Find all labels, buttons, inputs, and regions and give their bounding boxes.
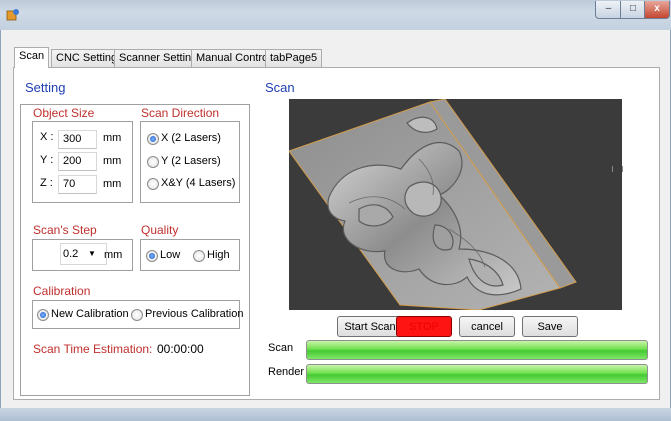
x-label: X : <box>40 131 54 143</box>
minimize-icon: – <box>605 3 612 14</box>
calibration-new-label[interactable]: New Calibration <box>51 308 129 320</box>
render-progress-bar <box>306 364 648 384</box>
close-icon: x <box>654 3 660 14</box>
scan-step-select[interactable]: 0.2 ▼ <box>60 243 107 265</box>
maximize-button[interactable]: □ <box>620 1 646 19</box>
chevron-down-icon: ▼ <box>88 249 96 258</box>
scan-direction-xy-label[interactable]: X&Y (4 Lasers) <box>161 177 235 189</box>
window-bottom-edge <box>0 408 671 421</box>
y-size-input[interactable]: 200 <box>58 152 97 171</box>
scan-title: Scan <box>265 80 295 95</box>
app-icon <box>6 9 19 21</box>
start-scan-button[interactable]: Start Scan <box>337 316 403 337</box>
close-button[interactable]: x <box>644 1 670 19</box>
scanned-relief-image <box>289 99 577 310</box>
quality-high-label[interactable]: High <box>207 249 230 261</box>
calibration-new-radio[interactable] <box>37 309 49 321</box>
render-progress-label: Render <box>268 366 305 378</box>
scan-preview-viewport[interactable] <box>289 99 622 310</box>
viewport-scroll-marker <box>612 166 623 172</box>
x-unit-label: mm <box>103 132 122 144</box>
scan-time-estimation-label: Scan Time Estimation: <box>33 342 153 356</box>
save-button[interactable]: Save <box>522 316 578 337</box>
scan-direction-x-radio[interactable] <box>147 133 159 145</box>
scan-direction-x-label[interactable]: X (2 Lasers) <box>161 132 221 144</box>
tab-scanner-setting[interactable]: Scanner Setting <box>114 49 203 67</box>
minimize-button[interactable]: – <box>595 1 622 19</box>
x-size-input[interactable]: 300 <box>58 130 97 149</box>
tab-manual-control[interactable]: Manual Control <box>191 49 276 67</box>
z-unit-label: mm <box>103 178 122 190</box>
scan-step-title: Scan's Step <box>33 223 97 237</box>
quality-low-label[interactable]: Low <box>160 249 180 261</box>
calibration-previous-label[interactable]: Previous Calibration <box>145 308 243 320</box>
cancel-button[interactable]: cancel <box>459 316 515 337</box>
calibration-title: Calibration <box>33 284 91 298</box>
z-size-input[interactable]: 70 <box>58 175 97 194</box>
scan-progress-bar <box>306 340 648 360</box>
y-unit-label: mm <box>103 155 122 167</box>
maximize-icon: □ <box>629 3 637 14</box>
z-label: Z : <box>40 177 53 189</box>
scan-direction-y-radio[interactable] <box>147 156 159 168</box>
title-bar[interactable]: – □ x <box>0 0 671 31</box>
tab-scan[interactable]: Scan <box>14 47 50 68</box>
scan-direction-y-label[interactable]: Y (2 Lasers) <box>161 155 221 167</box>
scan-direction-xy-radio[interactable] <box>147 178 159 190</box>
quality-low-radio[interactable] <box>146 250 158 262</box>
y-label: Y : <box>40 154 54 166</box>
calibration-previous-radio[interactable] <box>131 309 143 321</box>
scan-step-value: 0.2 <box>63 248 79 260</box>
scan-direction-title: Scan Direction <box>141 106 220 120</box>
quality-high-radio[interactable] <box>193 250 205 262</box>
setting-title: Setting <box>25 80 66 95</box>
scan-progress-label: Scan <box>268 342 294 354</box>
object-size-title: Object Size <box>33 106 95 120</box>
stop-button[interactable]: STOP <box>396 316 452 337</box>
tab-tabpage5[interactable]: tabPage5 <box>265 49 323 67</box>
scan-step-unit: mm <box>104 249 123 261</box>
quality-title: Quality <box>141 223 179 237</box>
scan-time-estimation-value: 00:00:00 <box>157 342 204 356</box>
